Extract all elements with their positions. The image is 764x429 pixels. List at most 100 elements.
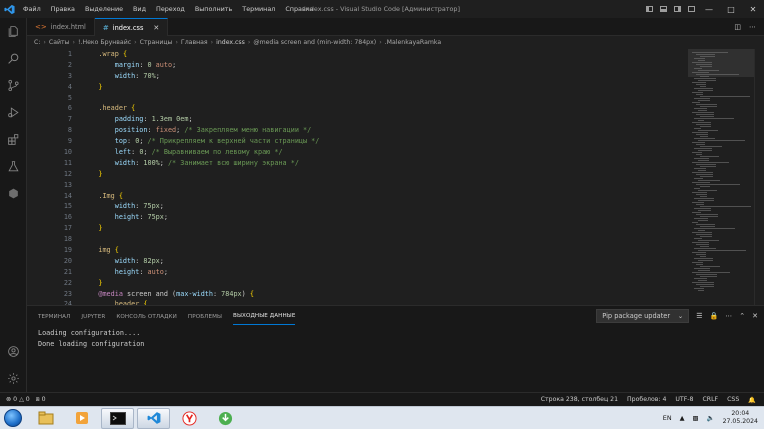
panel-tab[interactable]: ВЫХОДНЫЕ ДАННЫЕ — [233, 308, 296, 325]
chevron-right-icon: › — [379, 39, 382, 46]
breadcrumb-item[interactable]: .MalenkayaRamka — [385, 39, 442, 46]
line-number: 22 — [63, 278, 72, 287]
breadcrumb-item[interactable]: Сайты — [49, 39, 70, 46]
panel-tab[interactable]: ПРОБЛЕМЫ — [188, 309, 222, 325]
output-channel-select[interactable]: Pip package updater ⌄ — [596, 309, 690, 323]
minimap-line — [700, 116, 714, 117]
toggle-secondary-sidebar-icon[interactable] — [670, 0, 684, 18]
yandex-browser-taskbar-icon[interactable] — [173, 408, 206, 429]
menu-item[interactable]: Справка — [280, 0, 318, 18]
code-line: .header { — [82, 103, 319, 114]
menu-item[interactable]: Выделение — [80, 0, 128, 18]
search-icon[interactable] — [0, 45, 27, 72]
minimap-line — [696, 134, 708, 135]
problems-status[interactable]: ⊗ 0 △ 0 — [6, 396, 30, 403]
utorrent-taskbar-icon[interactable] — [209, 408, 242, 429]
minimap-line — [692, 232, 712, 233]
code-token: position — [114, 126, 148, 135]
code-editor[interactable]: 1 2 3 4 5 6 7 8 9 10 11 12 13 14 15 16 17 18 19 20 21 22 23 24 … — [27, 49, 688, 305]
maximize-panel-icon[interactable]: ⌃ — [739, 312, 745, 320]
ports-status[interactable]: ⧈ 0 — [36, 396, 46, 404]
breadcrumb-item[interactable]: index.css — [216, 39, 245, 46]
close-panel-icon[interactable]: ✕ — [752, 312, 758, 320]
minimap-line — [696, 124, 711, 125]
code-line: height: auto; — [82, 267, 319, 278]
breadcrumb-item[interactable]: @media screen and (min-width: 784px) — [253, 39, 376, 46]
minimap-line — [700, 106, 717, 107]
minimap-line — [692, 132, 708, 133]
panel-tab[interactable]: КОНСОЛЬ ОТЛАДКИ — [116, 309, 177, 325]
input-language[interactable]: EN — [663, 414, 672, 422]
more-icon[interactable]: ⋯ — [725, 312, 732, 320]
minimap-line — [700, 66, 712, 67]
terminal-taskbar-icon[interactable] — [101, 407, 134, 429]
minimap-line — [696, 284, 714, 285]
maximize-button[interactable]: □ — [720, 0, 742, 18]
minimap-line — [694, 108, 707, 109]
minimap[interactable] — [688, 49, 754, 305]
close-button[interactable]: ✕ — [742, 0, 764, 18]
split-editor-icon[interactable]: ◫ — [734, 23, 741, 31]
menu-item[interactable]: Файл — [18, 0, 46, 18]
code-token: ; — [155, 71, 160, 80]
toggle-sidebar-icon[interactable] — [642, 0, 656, 18]
tab-index-css[interactable]: # index.css ✕ — [94, 18, 169, 36]
code-line: width: 82px; — [82, 256, 319, 267]
file-explorer-taskbar-icon[interactable] — [29, 408, 62, 429]
notifications-bell-icon[interactable]: 🔔 — [748, 396, 756, 404]
tray-expand-icon[interactable]: ▲ — [680, 414, 685, 422]
remote-explorer-icon[interactable] — [0, 180, 27, 207]
tab-index-html[interactable]: <> index.html — [27, 18, 95, 36]
minimize-button[interactable]: — — [698, 0, 720, 18]
breadcrumb-item[interactable]: Страницы — [140, 39, 173, 46]
manage-gear-icon[interactable] — [0, 365, 27, 392]
encoding-status[interactable]: UTF-8 — [675, 396, 693, 403]
customize-layout-icon[interactable] — [684, 0, 698, 18]
cursor-position[interactable]: Строка 238, столбец 21 — [541, 396, 618, 403]
menu-item[interactable]: Терминал — [237, 0, 280, 18]
testing-icon[interactable] — [0, 153, 27, 180]
menu-bar: Файл Правка Выделение Вид Переход Выполнить Те… — [18, 0, 319, 18]
vscode-taskbar-icon[interactable] — [137, 407, 170, 429]
minimap-line — [700, 186, 710, 187]
media-player-taskbar-icon[interactable] — [65, 408, 98, 429]
menu-item[interactable]: Вид — [128, 0, 151, 18]
minimap-line — [694, 278, 707, 279]
panel-tab[interactable]: JUPYTER — [81, 309, 105, 325]
indentation-status[interactable]: Пробелов: 4 — [627, 396, 666, 403]
editor-tabs: <> index.html # index.css ✕ ◫ ⋯ — [27, 18, 764, 36]
minimap-line — [700, 236, 712, 237]
account-icon[interactable] — [0, 338, 27, 365]
breadcrumb-item[interactable]: !.Неко Брунвайс — [78, 39, 131, 46]
editor-scrollbar[interactable] — [754, 49, 764, 305]
start-button[interactable] — [0, 407, 26, 429]
list-filter-icon[interactable]: ☰ — [696, 312, 702, 320]
source-control-icon[interactable] — [0, 72, 27, 99]
breadcrumb-item[interactable]: Главная — [181, 39, 208, 46]
toggle-panel-icon[interactable] — [656, 0, 670, 18]
lock-scroll-icon[interactable]: 🔒 — [710, 312, 719, 320]
volume-icon[interactable]: 🔈 — [707, 414, 715, 422]
code-token: left — [114, 148, 132, 157]
code-token: 75px — [147, 213, 164, 222]
network-icon[interactable]: ▩ — [693, 414, 699, 422]
breadcrumb-item[interactable]: C: — [34, 39, 40, 46]
explorer-icon[interactable] — [0, 18, 27, 45]
language-mode[interactable]: CSS — [727, 396, 739, 403]
code-content[interactable]: .wrap { margin: 0 auto; width: 70%; } .h… — [82, 49, 319, 305]
menu-item[interactable]: Переход — [151, 0, 190, 18]
clock[interactable]: 20:04 27.05.2024 — [723, 410, 758, 426]
panel-tab[interactable]: ТЕРМИНАЛ — [38, 309, 70, 325]
menu-item[interactable]: Правка — [46, 0, 80, 18]
code-token: auto — [151, 60, 173, 69]
eol-status[interactable]: CRLF — [702, 396, 718, 403]
output-line: Done loading configuration — [38, 340, 145, 348]
code-token: /* Занимает всю ширину экрана */ — [167, 158, 299, 167]
warning-icon: △ — [19, 396, 24, 403]
more-actions-icon[interactable]: ⋯ — [749, 23, 756, 31]
extensions-icon[interactable] — [0, 126, 27, 153]
run-debug-icon[interactable] — [0, 99, 27, 126]
minimap-line — [698, 220, 708, 221]
menu-item[interactable]: Выполнить — [190, 0, 237, 18]
close-tab-icon[interactable]: ✕ — [153, 24, 159, 32]
